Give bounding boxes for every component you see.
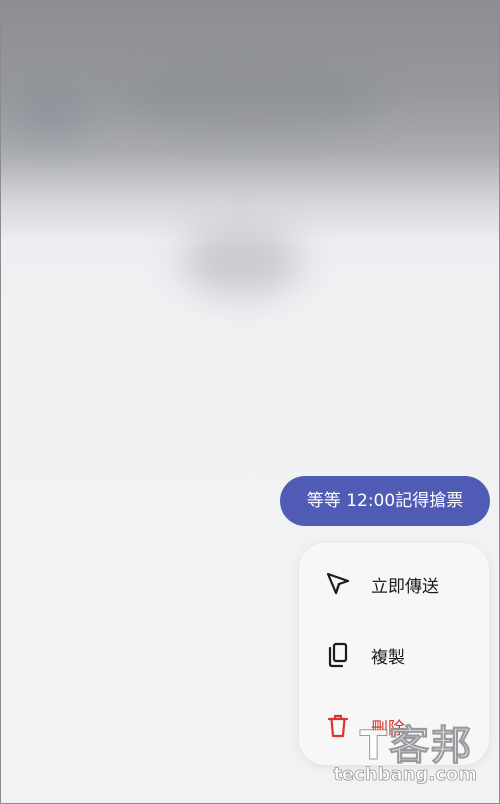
- blurred-background: [121, 71, 381, 131]
- send-now-label: 立即傳送: [371, 576, 439, 597]
- send-now-menu-item[interactable]: 立即傳送: [299, 554, 489, 614]
- delete-label: 刪除: [371, 718, 405, 739]
- send-icon: [323, 569, 353, 599]
- message-context-menu: 立即傳送 複製 刪除: [299, 543, 489, 765]
- blurred-background: [11, 96, 91, 136]
- watermark-domain: techbang.com: [333, 764, 477, 786]
- trash-icon: [323, 711, 353, 741]
- delete-menu-item[interactable]: 刪除: [299, 696, 489, 756]
- screen: 等等 12:00記得搶票 立即傳送 複製 刪除 T客邦 techbang.com: [0, 0, 500, 804]
- copy-icon: [323, 640, 353, 670]
- copy-label: 複製: [371, 647, 405, 668]
- blurred-background: [181, 226, 301, 296]
- copy-menu-item[interactable]: 複製: [299, 625, 489, 685]
- scheduled-message-bubble[interactable]: 等等 12:00記得搶票: [280, 476, 490, 526]
